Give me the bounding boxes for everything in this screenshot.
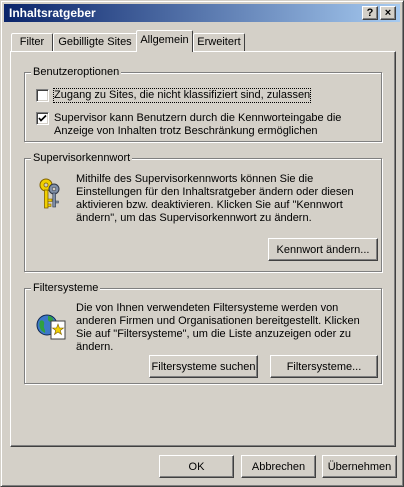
help-button[interactable]: ? (362, 6, 378, 20)
supervisor-password-description-line: aktivieren bzw. deaktivieren. Klicken Si… (76, 199, 343, 211)
supervisor-override-label-line1[interactable]: Supervisor kann Benutzern durch die Kenn… (54, 112, 341, 125)
tab-approved-sites-label: Gebilligte Sites (58, 36, 132, 48)
tab-general-label: Allgemein (140, 34, 189, 46)
supervisor-password-legend: Supervisorkennwort (31, 152, 133, 164)
title-bar[interactable]: Inhaltsratgeber ? × (4, 4, 400, 22)
tab-general[interactable]: Allgemein (136, 30, 193, 52)
rating-systems-description-line: Die von Ihnen verwendeten Filtersysteme … (76, 302, 339, 314)
rating-systems-button[interactable]: Filtersysteme... (270, 355, 378, 378)
supervisor-override-label-line2[interactable]: Anzeige von Inhalten trotz Beschränkung … (54, 125, 318, 138)
allow-unrated-label[interactable]: Zugang zu Sites, die nicht klassifiziert… (52, 88, 312, 103)
supervisor-password-description: Mithilfe des Supervisorkennworts können … (76, 173, 376, 225)
tab-filter[interactable]: Filter (11, 33, 53, 51)
close-button[interactable]: × (380, 6, 396, 20)
change-password-button[interactable]: Kennwort ändern... (268, 238, 378, 261)
user-options-group: Benutzeroptionen Zugang zu Sites, die ni… (24, 66, 382, 142)
ok-button[interactable]: OK (159, 455, 234, 478)
checkmark-icon (38, 114, 47, 122)
rating-systems-description-line: ändern. (76, 341, 114, 353)
supervisor-password-description-line: Einstellungen für den Inhaltsratgeber än… (76, 186, 354, 198)
supervisor-password-description-line: Mithilfe des Supervisorkennworts können … (76, 173, 314, 185)
globe-document-icon (36, 314, 66, 340)
key-icon (39, 178, 60, 209)
tab-panel-general: Benutzeroptionen Zugang zu Sites, die ni… (10, 51, 396, 447)
supervisor-password-description-line: ändern", um das Supervisorkennwort zu än… (76, 212, 312, 224)
find-rating-systems-button[interactable]: Filtersysteme suchen (149, 355, 258, 378)
help-icon: ? (366, 7, 374, 19)
rating-systems-group: Filtersysteme Die von Ihnen verwendeten … (24, 282, 382, 384)
rating-systems-description-line: Sie auf "Filtersysteme", um die Liste an… (76, 328, 351, 340)
supervisor-password-group: Supervisorkennwort Mithilfe des Supervis… (24, 152, 382, 272)
allow-unrated-checkbox[interactable] (36, 89, 49, 102)
content-advisor-dialog: Inhaltsratgeber ? × Filter Gebilligte Si… (0, 0, 404, 487)
rating-systems-description-line: anderen Firmen und Organisationen bereit… (76, 315, 360, 327)
window-title: Inhaltsratgeber (9, 6, 96, 20)
rating-systems-legend: Filtersysteme (31, 282, 101, 294)
supervisor-override-checkbox[interactable] (36, 112, 49, 125)
tab-approved-sites[interactable]: Gebilligte Sites (53, 33, 137, 51)
tab-advanced-label: Erweitert (197, 36, 241, 48)
apply-button[interactable]: Übernehmen (322, 455, 397, 478)
user-options-legend: Benutzeroptionen (31, 66, 122, 78)
rating-systems-description: Die von Ihnen verwendeten Filtersysteme … (76, 302, 376, 354)
tab-advanced[interactable]: Erweitert (193, 33, 245, 51)
cancel-button[interactable]: Abbrechen (241, 455, 316, 478)
close-icon: × (384, 7, 392, 19)
tab-filter-label: Filter (19, 36, 45, 48)
